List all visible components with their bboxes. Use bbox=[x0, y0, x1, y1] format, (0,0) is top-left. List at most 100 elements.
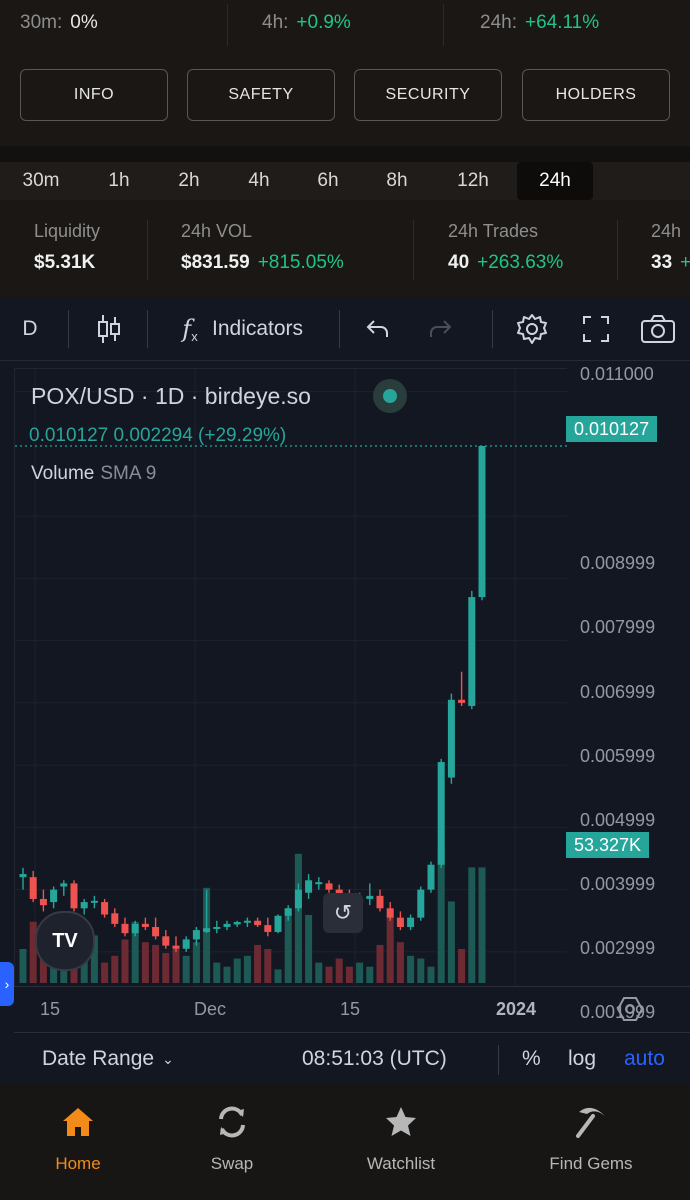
change-24h-value: +64.11% bbox=[524, 12, 600, 33]
timeframe-1h[interactable]: 1h bbox=[86, 162, 152, 200]
volume-bar bbox=[223, 966, 231, 983]
candle-body bbox=[192, 930, 200, 940]
timeframe-30m[interactable]: 30m bbox=[6, 162, 76, 200]
chart-plot-area[interactable]: POX/USD · 1D · birdeye.so 0.010127 0.002… bbox=[14, 368, 567, 987]
time-tick: 15 bbox=[340, 999, 361, 1019]
expand-sidebar-icon[interactable]: › bbox=[0, 962, 14, 1006]
stat-liquidity-title: Liquidity bbox=[34, 221, 101, 241]
price-tick: 0.004999 bbox=[580, 810, 656, 830]
volume-bar bbox=[192, 942, 200, 983]
timeframe-4h[interactable]: 4h bbox=[226, 162, 292, 200]
volume-bar bbox=[407, 955, 415, 983]
stat-24h-vol: 24h VOL $831.59 +815.05% bbox=[181, 200, 411, 298]
nav-home[interactable]: Home bbox=[28, 1084, 128, 1200]
candle-body bbox=[447, 699, 455, 778]
stat-24h-vol-change: +815.05% bbox=[257, 252, 344, 273]
tab-holders[interactable]: HOLDERS bbox=[522, 69, 670, 121]
candle-body bbox=[19, 874, 27, 878]
stat-24h-trades-change: +263.63% bbox=[477, 252, 564, 273]
auto-toggle[interactable]: auto bbox=[624, 1033, 665, 1085]
volume-sma-label: SMA 9 bbox=[100, 463, 157, 484]
volume-bar bbox=[325, 966, 333, 983]
nav-swap[interactable]: Swap bbox=[182, 1084, 282, 1200]
tab-security[interactable]: SECURITY bbox=[354, 69, 502, 121]
tab-safety[interactable]: SAFETY bbox=[187, 69, 335, 121]
stat-24h-vol-title: 24h VOL bbox=[181, 221, 253, 241]
divider bbox=[492, 310, 493, 348]
volume-bar bbox=[19, 949, 27, 983]
price-axis[interactable]: 0.011000 0.008999 0.007999 0.006999 0.00… bbox=[566, 360, 690, 1022]
price-tick: 0.008999 bbox=[580, 553, 656, 573]
utc-clock[interactable]: 08:51:03 (UTC) bbox=[302, 1033, 447, 1085]
indicators-button[interactable]: Indicators bbox=[212, 298, 322, 360]
divider bbox=[339, 310, 340, 348]
time-tick: Dec bbox=[194, 999, 227, 1019]
camera-icon[interactable] bbox=[636, 298, 680, 360]
fx-icon[interactable]: fx bbox=[172, 298, 208, 360]
candle-body bbox=[264, 925, 272, 932]
volume-bar bbox=[366, 966, 374, 983]
nav-find-gems-label: Find Gems bbox=[549, 1154, 633, 1173]
candle-body bbox=[254, 920, 262, 926]
timeframe-8h[interactable]: 8h bbox=[364, 162, 430, 200]
candlestick-chart[interactable] bbox=[15, 369, 567, 987]
candle-body bbox=[294, 889, 302, 909]
volume-bar bbox=[417, 958, 425, 983]
volume-bar bbox=[376, 944, 384, 983]
candle-body bbox=[468, 597, 476, 707]
redo-icon[interactable] bbox=[422, 298, 458, 360]
volume-bar bbox=[243, 955, 251, 983]
nav-watchlist-label: Watchlist bbox=[366, 1154, 436, 1173]
change-30m: 30m: 0% bbox=[0, 0, 228, 46]
candle-body bbox=[213, 926, 221, 929]
gear-icon[interactable] bbox=[512, 298, 552, 360]
candle-body bbox=[29, 877, 37, 899]
candle-body bbox=[478, 446, 486, 598]
candle-body bbox=[376, 895, 384, 909]
nav-find-gems[interactable]: Find Gems bbox=[536, 1084, 646, 1200]
date-range-button[interactable]: Date Range ⌄ bbox=[42, 1033, 174, 1085]
fullscreen-icon[interactable] bbox=[576, 298, 616, 360]
stat-24h-extra-value: 33 + bbox=[651, 252, 690, 273]
candle-body bbox=[80, 902, 88, 909]
star-icon bbox=[381, 1102, 421, 1142]
stat-24h-trades: 24h Trades 40 +263.63% bbox=[448, 200, 618, 298]
token-stats: Liquidity $5.31K 24h VOL $831.59 +815.05%… bbox=[0, 200, 690, 298]
volume-bar bbox=[447, 901, 455, 983]
price-tick: 0.005999 bbox=[580, 746, 656, 766]
market-status-icon[interactable] bbox=[373, 379, 407, 413]
candle-body bbox=[437, 762, 445, 865]
tab-info[interactable]: INFO bbox=[20, 69, 168, 121]
stat-liquidity: Liquidity $5.31K bbox=[34, 200, 144, 298]
candles-icon[interactable] bbox=[90, 298, 128, 360]
percent-toggle[interactable]: % bbox=[522, 1033, 541, 1085]
candle-body bbox=[325, 883, 333, 890]
chart-legend-values: 0.010127 0.002294 (+29.29%) bbox=[29, 425, 287, 446]
stat-24h-extra-title: 24h bbox=[651, 221, 682, 241]
volume-bar bbox=[264, 949, 272, 983]
candle-body bbox=[407, 917, 415, 927]
nav-watchlist[interactable]: Watchlist bbox=[351, 1084, 451, 1200]
tradingview-logo-icon[interactable]: TV bbox=[35, 911, 95, 971]
nav-swap-label: Swap bbox=[210, 1154, 254, 1173]
change-30m-value: 0% bbox=[70, 12, 98, 33]
timeframe-6h[interactable]: 6h bbox=[295, 162, 361, 200]
volume-legend: Volume SMA 9 bbox=[31, 463, 157, 484]
volume-bar bbox=[101, 962, 109, 983]
interval-button[interactable]: D bbox=[12, 298, 48, 360]
timeframe-12h[interactable]: 12h bbox=[438, 162, 508, 200]
time-axis[interactable]: 15 Dec 15 2024 bbox=[14, 986, 690, 1033]
last-price-badge: 0.010127 bbox=[566, 416, 658, 442]
candle-body bbox=[60, 883, 68, 887]
price-tick: 0.002999 bbox=[580, 938, 656, 958]
timeframe-2h[interactable]: 2h bbox=[156, 162, 222, 200]
undo-icon[interactable] bbox=[360, 298, 396, 360]
axis-settings-icon[interactable] bbox=[616, 995, 644, 1023]
stat-24h-trades-title: 24h Trades bbox=[448, 221, 539, 241]
divider bbox=[498, 1045, 499, 1075]
candle-body bbox=[315, 882, 323, 885]
reset-chart-icon[interactable]: ↺ bbox=[323, 893, 363, 933]
timeframe-24h[interactable]: 24h bbox=[517, 162, 593, 200]
log-toggle[interactable]: log bbox=[568, 1033, 596, 1085]
price-change-row: 30m: 0% 4h: +0.9% 24h: +64.11% bbox=[0, 0, 690, 46]
